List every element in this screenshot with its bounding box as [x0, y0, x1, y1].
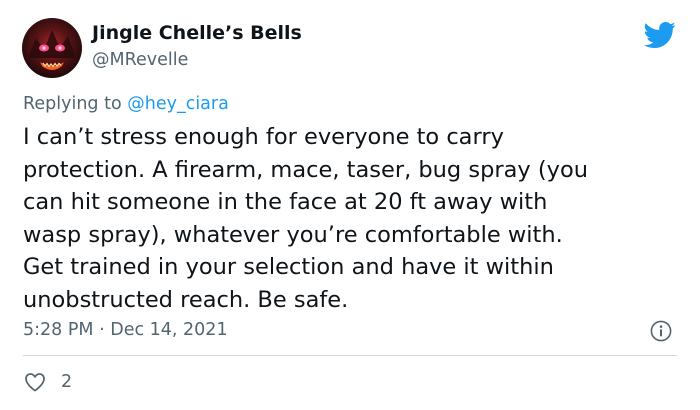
tweet-text-line: wasp spray), whatever you’re comfortable… — [23, 221, 563, 248]
reply-context: Replying to @hey_ciara — [23, 94, 229, 114]
reply-mention-link[interactable]: @hey_ciara — [127, 94, 229, 114]
tweet-text-line: unobstructed reach. Be safe. — [23, 286, 349, 313]
meta-separator: · — [93, 320, 111, 340]
tweet-text-line: can hit someone in the face at 20 ft awa… — [23, 189, 548, 215]
tweet-text-line: protection. A firearm, mace, taser, bug … — [23, 156, 588, 183]
tweet-timestamp[interactable]: 5:28 PM · Dec 14, 2021 — [23, 320, 228, 340]
tweet-date[interactable]: Dec 14, 2021 — [110, 320, 227, 340]
info-icon[interactable] — [650, 320, 672, 342]
display-name[interactable]: Jingle Chelle’s Bells — [92, 22, 302, 44]
tweet-text-line: I can’t stress enough for everyone to ca… — [23, 124, 504, 150]
tweet-time[interactable]: 5:28 PM — [23, 320, 94, 340]
divider — [23, 355, 677, 356]
tweet-text-line: Get trained in your selection and have i… — [23, 254, 554, 280]
heart-icon[interactable] — [23, 370, 47, 394]
twitter-bird-icon[interactable] — [644, 21, 676, 48]
avatar[interactable] — [22, 18, 82, 78]
reply-prefix: Replying to — [23, 94, 128, 114]
like-button[interactable]: 2 — [23, 370, 72, 394]
user-handle[interactable]: @MRevelle — [92, 50, 188, 70]
like-count: 2 — [61, 372, 73, 392]
tweet-text: I can’t stress enough for everyone to ca… — [23, 121, 688, 316]
